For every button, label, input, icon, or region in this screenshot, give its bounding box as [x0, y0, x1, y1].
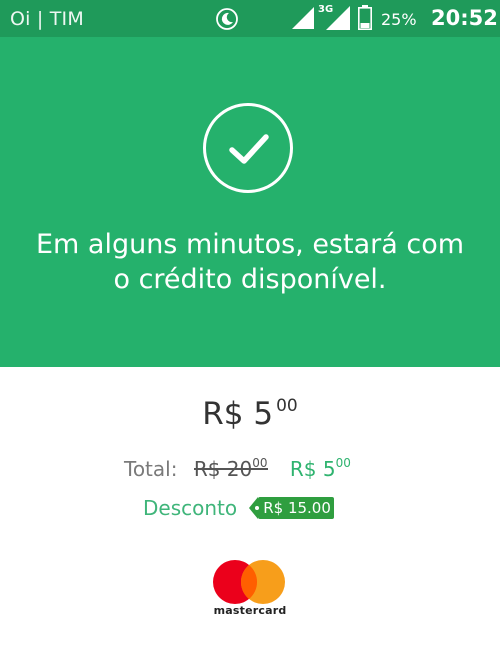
signal-icon [292, 7, 314, 29]
old-price-cents: 00 [252, 456, 268, 470]
old-price-main: R$ 20 [193, 457, 253, 481]
success-banner: Em alguns minutos, estará com o crédito … [0, 37, 500, 367]
network-type-label: 3G [318, 4, 334, 15]
discount-label: Desconto [143, 496, 238, 520]
new-price-main: R$ 5 [289, 457, 336, 481]
check-circle-icon [203, 103, 293, 193]
clock: 20:52 [431, 6, 498, 30]
total-row: Total: R$ 2000 R$ 500 [124, 456, 351, 481]
moon-icon [216, 8, 238, 30]
discount-row: Desconto R$ 15.00 [143, 496, 334, 520]
carrier-label: Oi | TIM [10, 8, 84, 30]
success-message: Em alguns minutos, estará com o crédito … [35, 229, 465, 295]
discount-tag: R$ 15.00 [249, 497, 334, 519]
old-price: R$ 2000 [193, 456, 268, 481]
new-price-cents: 00 [335, 456, 351, 470]
amount-cents: 00 [276, 396, 298, 416]
status-bar: Oi | TIM 3G 25% 20:52 [0, 0, 500, 37]
amount-value: R$ 5 00 [0, 396, 500, 432]
total-label: Total: [124, 457, 178, 481]
new-price: R$ 500 [289, 456, 351, 481]
battery-icon [358, 5, 372, 30]
battery-percent: 25% [381, 10, 417, 29]
amount-main: R$ 5 [202, 396, 274, 432]
card-brand-label: mastercard [213, 604, 287, 617]
check-icon [229, 134, 269, 164]
